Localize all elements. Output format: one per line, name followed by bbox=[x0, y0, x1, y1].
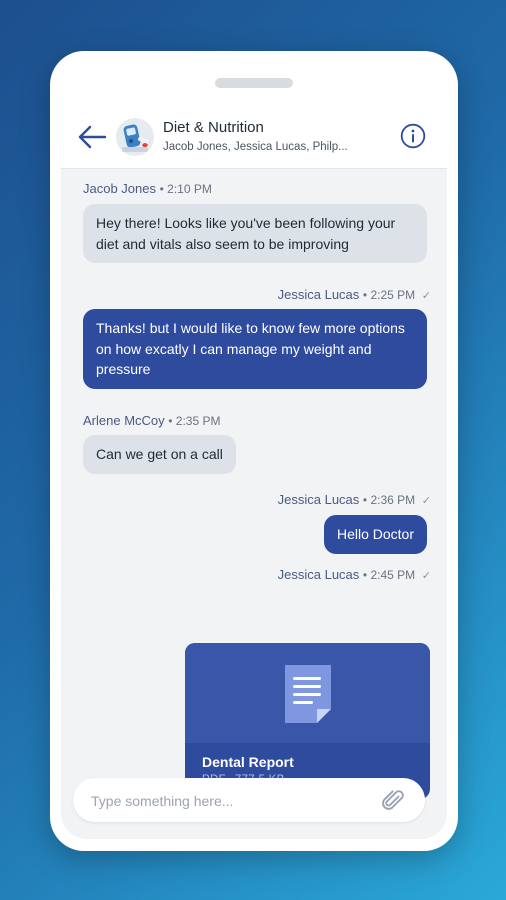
phone-speaker bbox=[215, 78, 293, 88]
message-text: Can we get on a call bbox=[96, 446, 223, 462]
outgoing-message-bubble[interactable]: Hello Doctor bbox=[323, 515, 427, 554]
message-input[interactable] bbox=[89, 778, 373, 824]
message-meta: Arlene McCoy • 2:35 PM bbox=[83, 413, 221, 428]
message-text: Hey there! Looks like you've been follow… bbox=[96, 215, 396, 252]
document-icon bbox=[285, 665, 331, 723]
group-avatar bbox=[116, 118, 154, 156]
phone-frame: Diet & Nutrition Jacob Jones, Jessica Lu… bbox=[50, 51, 458, 851]
incoming-message-bubble[interactable]: Can we get on a call bbox=[83, 435, 236, 474]
read-check-icon: ✓ bbox=[421, 290, 431, 302]
message-time: • 2:45 PM bbox=[362, 568, 416, 582]
message-meta: Jessica Lucas • 2:45 PM ✓ bbox=[278, 567, 431, 582]
sender-name: Jacob Jones bbox=[83, 181, 156, 196]
sender-name: Arlene McCoy bbox=[83, 413, 165, 428]
message-composer bbox=[73, 778, 425, 824]
message-meta: Jessica Lucas • 2:36 PM ✓ bbox=[278, 492, 431, 507]
sender-name: Jessica Lucas bbox=[277, 567, 360, 582]
message-time: • 2:35 PM bbox=[168, 414, 221, 428]
glucometer-icon bbox=[116, 118, 154, 156]
sender-name: Jessica Lucas bbox=[277, 492, 360, 507]
message-text: Thanks! but I would like to know few mor… bbox=[96, 320, 405, 377]
paperclip-icon bbox=[382, 790, 404, 810]
read-check-icon: ✓ bbox=[421, 570, 431, 582]
read-check-icon: ✓ bbox=[421, 495, 431, 507]
message-meta: Jessica Lucas • 2:25 PM ✓ bbox=[278, 287, 431, 302]
arrow-left-icon bbox=[78, 125, 107, 149]
file-attachment-card[interactable]: Dental Report PDF777.5 KB bbox=[185, 643, 430, 799]
message-text: Hello Doctor bbox=[336, 526, 414, 542]
chat-title: Diet & Nutrition bbox=[163, 119, 264, 136]
chat-screen: Diet & Nutrition Jacob Jones, Jessica Lu… bbox=[61, 106, 447, 839]
message-time: • 2:36 PM bbox=[362, 493, 416, 507]
message-time: • 2:25 PM bbox=[362, 288, 416, 302]
chat-header: Diet & Nutrition Jacob Jones, Jessica Lu… bbox=[61, 106, 447, 169]
file-preview bbox=[185, 643, 430, 743]
chat-participants: Jacob Jones, Jessica Lucas, Philp... bbox=[163, 141, 348, 153]
back-button[interactable] bbox=[77, 124, 107, 150]
file-name: Dental Report bbox=[202, 754, 294, 770]
sender-name: Jessica Lucas bbox=[277, 287, 360, 302]
attach-button[interactable] bbox=[380, 787, 406, 813]
info-button[interactable] bbox=[400, 123, 426, 149]
info-icon bbox=[400, 123, 426, 149]
incoming-message-bubble[interactable]: Hey there! Looks like you've been follow… bbox=[83, 204, 427, 263]
message-meta: Jacob Jones • 2:10 PM bbox=[83, 181, 212, 196]
message-time: • 2:10 PM bbox=[159, 182, 212, 196]
outgoing-message-bubble[interactable]: Thanks! but I would like to know few mor… bbox=[83, 309, 427, 389]
